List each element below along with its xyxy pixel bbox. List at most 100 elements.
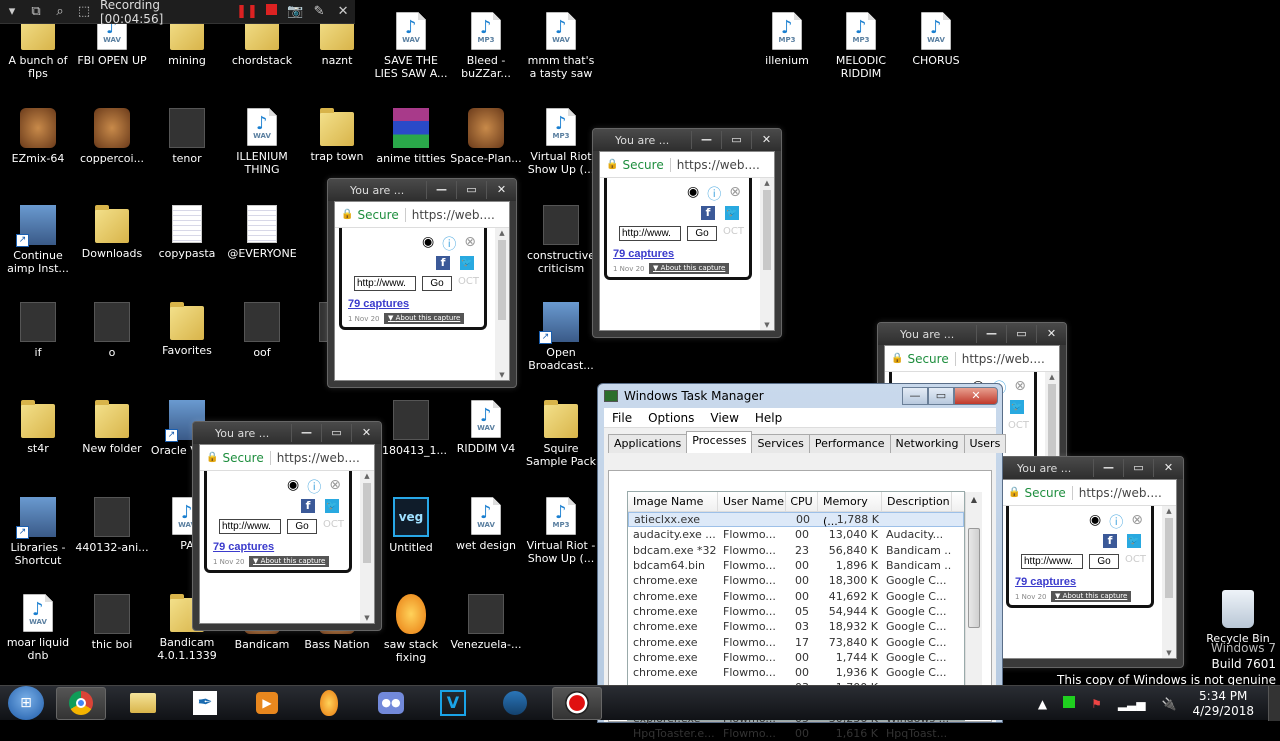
popup-titlebar[interactable]: You are ... — ▭ ✕ <box>878 323 1066 345</box>
address-bar[interactable]: 🔒 Secure https://web.... <box>335 202 509 228</box>
user-icon[interactable]: ◉ <box>687 184 699 204</box>
close-button[interactable]: ✕ <box>751 131 781 149</box>
twitter-icon[interactable]: 🐦 <box>1010 400 1024 414</box>
desktop-icon[interactable]: ♪ MP3 Bleed - buZZar... <box>448 12 524 80</box>
taskbar-bandicam[interactable] <box>552 686 602 720</box>
wayback-popup-window[interactable]: You are ... — ▭ ✕ 🔒 Secure https://web..… <box>994 456 1184 668</box>
wayback-url-input[interactable]: http://www. <box>219 519 281 534</box>
menu-options[interactable]: Options <box>640 411 702 425</box>
close-circle-icon[interactable]: ⊗ <box>464 234 476 254</box>
taskbar-media-player[interactable]: ▶ <box>242 687 292 720</box>
address-bar[interactable]: 🔒 Secure https://web.... <box>600 152 774 178</box>
green-status-icon[interactable] <box>1063 696 1076 711</box>
show-desktop-button[interactable] <box>1268 686 1280 721</box>
scrollbar-thumb[interactable] <box>1048 384 1056 464</box>
show-hidden-icons-icon[interactable]: ▲ <box>1038 697 1047 711</box>
captures-link[interactable]: 79 captures <box>213 541 274 553</box>
twitter-icon[interactable]: 🐦 <box>460 256 474 270</box>
minimize-button[interactable]: — <box>1093 459 1123 477</box>
scroll-up-icon[interactable]: ▲ <box>1162 507 1176 515</box>
close-circle-icon[interactable]: ⊗ <box>1131 512 1143 532</box>
scroll-down-icon[interactable]: ▼ <box>360 614 374 622</box>
captures-link[interactable]: 79 captures <box>1015 576 1076 588</box>
about-capture-button[interactable]: ▼ About this capture <box>649 263 730 274</box>
close-button[interactable]: ✕ <box>1153 459 1183 477</box>
user-icon[interactable]: ◉ <box>422 234 434 254</box>
desktop-icon[interactable]: ♪ WAV CHORUS <box>898 12 974 67</box>
desktop-icon[interactable]: st4r <box>0 400 76 455</box>
desktop-icon[interactable]: copypasta <box>149 205 225 260</box>
scrollbar-thumb[interactable] <box>1165 518 1173 598</box>
desktop-icon[interactable]: Open Broadcast... <box>523 302 599 372</box>
desktop-icon[interactable]: ♪ WAV SAVE THE LIES SAW A... <box>373 12 449 80</box>
tab-users[interactable]: Users <box>963 434 1007 453</box>
column-image-name[interactable]: Image Name <box>628 492 718 511</box>
go-button[interactable]: Go <box>687 226 717 241</box>
go-button[interactable]: Go <box>422 276 452 291</box>
wayback-url-input[interactable]: http://www. <box>1021 554 1083 569</box>
popup-titlebar[interactable]: You are ... — ▭ ✕ <box>593 129 781 151</box>
go-button[interactable]: Go <box>1089 554 1119 569</box>
scroll-up-icon[interactable]: ▲ <box>966 495 982 504</box>
captures-link[interactable]: 79 captures <box>613 248 674 260</box>
region-icon[interactable]: ⬚ <box>72 4 96 19</box>
scroll-down-icon[interactable]: ▼ <box>495 371 509 379</box>
desktop-icon[interactable]: trap town <box>299 108 375 163</box>
desktop-icon[interactable]: Downloads <box>74 205 150 260</box>
twitter-icon[interactable]: 🐦 <box>1127 534 1141 548</box>
popup-titlebar[interactable]: You are ... — ▭ ✕ <box>328 179 516 201</box>
close-circle-icon[interactable]: ⊗ <box>729 184 741 204</box>
column-user-name[interactable]: User Name <box>718 492 786 511</box>
maximize-button[interactable]: ▭ <box>928 387 954 405</box>
desktop-icon[interactable]: Libraries - Shortcut <box>0 497 76 567</box>
process-row[interactable]: chrome.exe Flowmo... 00 18,300 K Google C... <box>628 573 964 588</box>
column-cpu[interactable]: CPU <box>786 492 818 511</box>
desktop-icon[interactable]: @EVERYONE <box>224 205 300 260</box>
desktop-icon[interactable]: coppercoi... <box>74 108 150 165</box>
desktop-icon[interactable]: veg Untitled <box>373 497 449 554</box>
column-memory[interactable]: Memory (... <box>818 492 882 528</box>
scrollbar-thumb[interactable] <box>498 240 506 320</box>
desktop-icon[interactable]: thic boi <box>74 594 150 651</box>
tab-applications[interactable]: Applications <box>608 434 688 453</box>
desktop-icon[interactable]: Space-Plan... <box>448 108 524 165</box>
help-icon[interactable]: ⓘ <box>442 234 456 254</box>
minimize-button[interactable]: — <box>691 131 721 149</box>
camera-icon[interactable]: 📷 <box>283 4 307 19</box>
help-icon[interactable]: ⓘ <box>1109 512 1123 532</box>
desktop-icon[interactable]: Continue aimp Inst... <box>0 205 76 275</box>
network-signal-icon[interactable]: ▂▃▅ <box>1118 697 1146 711</box>
desktop-icon[interactable]: Venezuela-... <box>448 594 524 651</box>
tab-processes[interactable]: Processes <box>686 431 753 453</box>
about-capture-button[interactable]: ▼ About this capture <box>249 556 330 567</box>
process-row[interactable]: bdcam64.bin Flowmo... 00 1,896 K Bandicam ..… <box>628 558 964 573</box>
scroll-down-icon[interactable]: ▼ <box>760 321 774 329</box>
wayback-popup-window[interactable]: You are ... — ▭ ✕ 🔒 Secure https://web..… <box>192 421 382 631</box>
taskbar-chrome[interactable] <box>56 686 106 720</box>
close-icon[interactable]: ✕ <box>331 4 355 19</box>
desktop-icon[interactable]: constructive criticism <box>523 205 599 275</box>
desktop-icon[interactable]: ♪ WAV mmm that's a tasty saw <box>523 12 599 80</box>
process-row[interactable]: chrome.exe Flowmo... 05 54,944 K Google C... <box>628 604 964 619</box>
user-icon[interactable]: ◉ <box>1089 512 1101 532</box>
desktop-icon[interactable]: ♪ WAV wet design <box>448 497 524 552</box>
wayback-url-input[interactable]: http://www. <box>619 226 681 241</box>
wayback-popup-window[interactable]: You are ... — ▭ ✕ 🔒 Secure https://web..… <box>327 178 517 388</box>
minimize-button[interactable]: — <box>426 181 456 199</box>
go-button[interactable]: Go <box>287 519 317 534</box>
process-row[interactable]: chrome.exe Flowmo... 03 18,932 K Google C... <box>628 619 964 634</box>
taskbar-discord[interactable]: ●● <box>366 687 416 720</box>
desktop-icon[interactable]: ♪ MP3 Virtual Riot Show Up (... <box>523 108 599 176</box>
desktop-icon[interactable]: EZmix-64 <box>0 108 76 165</box>
popup-scrollbar[interactable]: ▲ ▼ <box>360 471 374 623</box>
twitter-icon[interactable]: 🐦 <box>725 206 739 220</box>
column-description[interactable]: Description <box>882 492 952 511</box>
close-button[interactable]: ✕ <box>486 181 516 199</box>
scroll-up-icon[interactable]: ▲ <box>495 229 509 237</box>
chevron-down-icon[interactable]: ▾ <box>0 4 24 19</box>
desktop-icon[interactable]: saw stack fixing <box>373 594 449 664</box>
user-icon[interactable]: ◉ <box>287 477 299 497</box>
desktop-icon[interactable]: tenor <box>149 108 225 165</box>
desktop-icon[interactable]: Squire Sample Pack <box>523 400 599 468</box>
scroll-up-icon[interactable]: ▲ <box>360 472 374 480</box>
